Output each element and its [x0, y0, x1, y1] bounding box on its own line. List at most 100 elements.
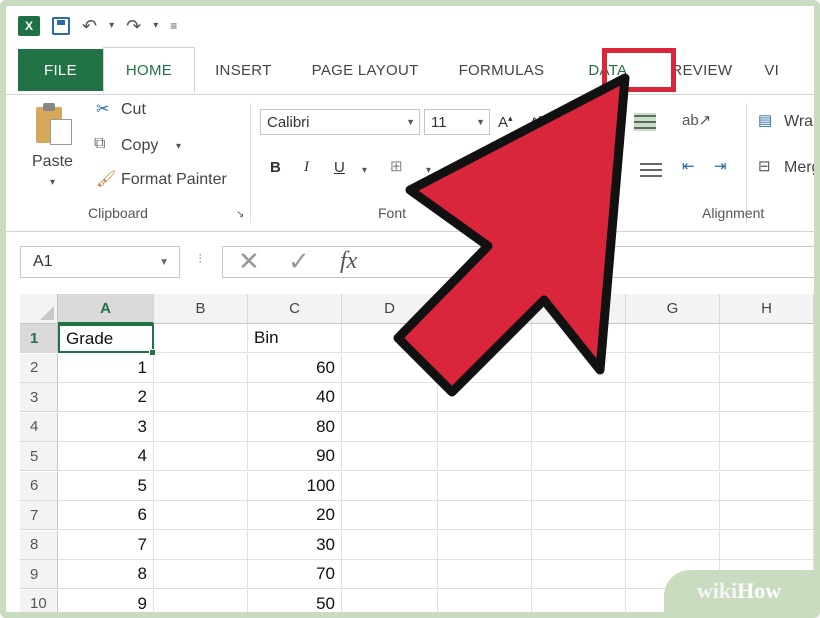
cell-c3[interactable]: 40	[248, 383, 342, 412]
row-header-5[interactable]: 5	[20, 442, 58, 471]
cell-d2[interactable]	[342, 353, 438, 383]
cell-h8[interactable]	[720, 530, 814, 560]
excel-icon[interactable]: X	[18, 16, 40, 36]
dropdown-icon[interactable]: ▾	[153, 21, 158, 31]
dropdown-icon[interactable]: ▾	[109, 21, 114, 31]
cell-g3[interactable]	[626, 383, 720, 412]
grow-font-button[interactable]: A▴	[498, 113, 513, 131]
cell-b5[interactable]	[154, 442, 248, 471]
merge-button[interactable]: Merg	[784, 159, 814, 177]
cell-a1[interactable]: Grade	[58, 324, 154, 353]
cell-f10[interactable]	[532, 589, 626, 612]
cell-b8[interactable]	[154, 530, 248, 560]
font-size-select[interactable]: 11 ▼	[424, 109, 490, 135]
shrink-font-button[interactable]: A▾	[530, 113, 543, 129]
cell-h6[interactable]	[720, 471, 814, 501]
cell-d3[interactable]	[342, 383, 438, 412]
cell-h5[interactable]	[720, 442, 814, 471]
borders-dropdown-icon[interactable]: ▾	[426, 165, 431, 176]
tab-view[interactable]: VI	[752, 46, 791, 94]
cell-a7[interactable]: 6	[58, 501, 154, 530]
cell-f5[interactable]	[532, 442, 626, 471]
row-header-1[interactable]: 1	[20, 324, 58, 353]
merge-icon[interactable]: ⊟	[758, 157, 771, 175]
cell-g4[interactable]	[626, 412, 720, 442]
cell-e5[interactable]	[438, 442, 532, 471]
tab-insert[interactable]: INSERT	[195, 46, 292, 94]
align-bottom-icon[interactable]	[634, 113, 656, 131]
cell-f3[interactable]	[532, 383, 626, 412]
cell-e9[interactable]	[438, 560, 532, 589]
cell-g6[interactable]	[626, 471, 720, 501]
cell-g8[interactable]	[626, 530, 720, 560]
customize-qat-icon[interactable]: ≡	[170, 20, 177, 32]
format-painter-button[interactable]: Format Painter	[121, 171, 227, 189]
cell-e4[interactable]	[438, 412, 532, 442]
cell-d7[interactable]	[342, 501, 438, 530]
cell-c1[interactable]: Bin	[248, 324, 342, 353]
cell-b10[interactable]	[154, 589, 248, 612]
cell-g7[interactable]	[626, 501, 720, 530]
fill-handle[interactable]	[149, 348, 156, 356]
cell-a6[interactable]: 5	[58, 471, 154, 501]
column-header-f[interactable]: F	[532, 294, 626, 324]
align-right-icon[interactable]	[640, 161, 662, 179]
cut-button[interactable]: Cut	[121, 101, 146, 119]
cell-d9[interactable]	[342, 560, 438, 589]
copy-button[interactable]: Copy	[121, 137, 158, 155]
cell-c9[interactable]: 70	[248, 560, 342, 589]
column-header-g[interactable]: G	[626, 294, 720, 324]
orientation-icon[interactable]: ab↗	[682, 111, 711, 129]
cell-c2[interactable]: 60	[248, 353, 342, 383]
column-header-a[interactable]: A	[58, 294, 154, 324]
save-icon[interactable]	[52, 17, 70, 35]
cell-c10[interactable]: 50	[248, 589, 342, 612]
cell-a9[interactable]: 8	[58, 560, 154, 589]
cell-f4[interactable]	[532, 412, 626, 442]
cell-g1[interactable]	[626, 324, 720, 353]
cell-d5[interactable]	[342, 442, 438, 471]
cut-icon[interactable]: ✂	[96, 99, 109, 119]
cell-e8[interactable]	[438, 530, 532, 560]
bold-button[interactable]: B	[270, 159, 281, 176]
cell-b2[interactable]	[154, 353, 248, 383]
cell-e7[interactable]	[438, 501, 532, 530]
cell-f9[interactable]	[532, 560, 626, 589]
format-painter-icon[interactable]: 🖌	[96, 169, 116, 189]
paste-dropdown-icon[interactable]: ▾	[50, 177, 55, 188]
cell-d10[interactable]	[342, 589, 438, 612]
row-header-6[interactable]: 6	[20, 471, 58, 501]
underline-button[interactable]: U	[334, 159, 345, 176]
cell-b7[interactable]	[154, 501, 248, 530]
cell-f6[interactable]	[532, 471, 626, 501]
paste-icon[interactable]	[36, 103, 76, 147]
cell-a5[interactable]: 4	[58, 442, 154, 471]
row-header-7[interactable]: 7	[20, 501, 58, 530]
row-header-10[interactable]: 10	[20, 589, 58, 612]
cell-e10[interactable]	[438, 589, 532, 612]
column-header-d[interactable]: D	[342, 294, 438, 324]
cell-c5[interactable]: 90	[248, 442, 342, 471]
cell-h4[interactable]	[720, 412, 814, 442]
cell-b9[interactable]	[154, 560, 248, 589]
cell-e2[interactable]	[438, 353, 532, 383]
cell-h3[interactable]	[720, 383, 814, 412]
cell-a4[interactable]: 3	[58, 412, 154, 442]
cell-e1[interactable]	[438, 324, 532, 353]
undo-icon[interactable]: ↶	[82, 17, 97, 35]
cell-c6[interactable]: 100	[248, 471, 342, 501]
name-box[interactable]: A1 ▼	[20, 246, 180, 278]
cell-f7[interactable]	[532, 501, 626, 530]
cell-d6[interactable]	[342, 471, 438, 501]
cell-f1[interactable]	[532, 324, 626, 353]
row-header-8[interactable]: 8	[20, 530, 58, 560]
column-header-e[interactable]: E	[438, 294, 532, 324]
copy-dropdown-icon[interactable]: ▾	[176, 141, 181, 152]
cell-b6[interactable]	[154, 471, 248, 501]
cell-f2[interactable]	[532, 353, 626, 383]
cell-a10[interactable]: 9	[58, 589, 154, 612]
column-header-h[interactable]: H	[720, 294, 814, 324]
wrap-text-icon[interactable]: ▤	[758, 111, 772, 129]
cell-d4[interactable]	[342, 412, 438, 442]
cell-b1[interactable]	[154, 324, 248, 353]
